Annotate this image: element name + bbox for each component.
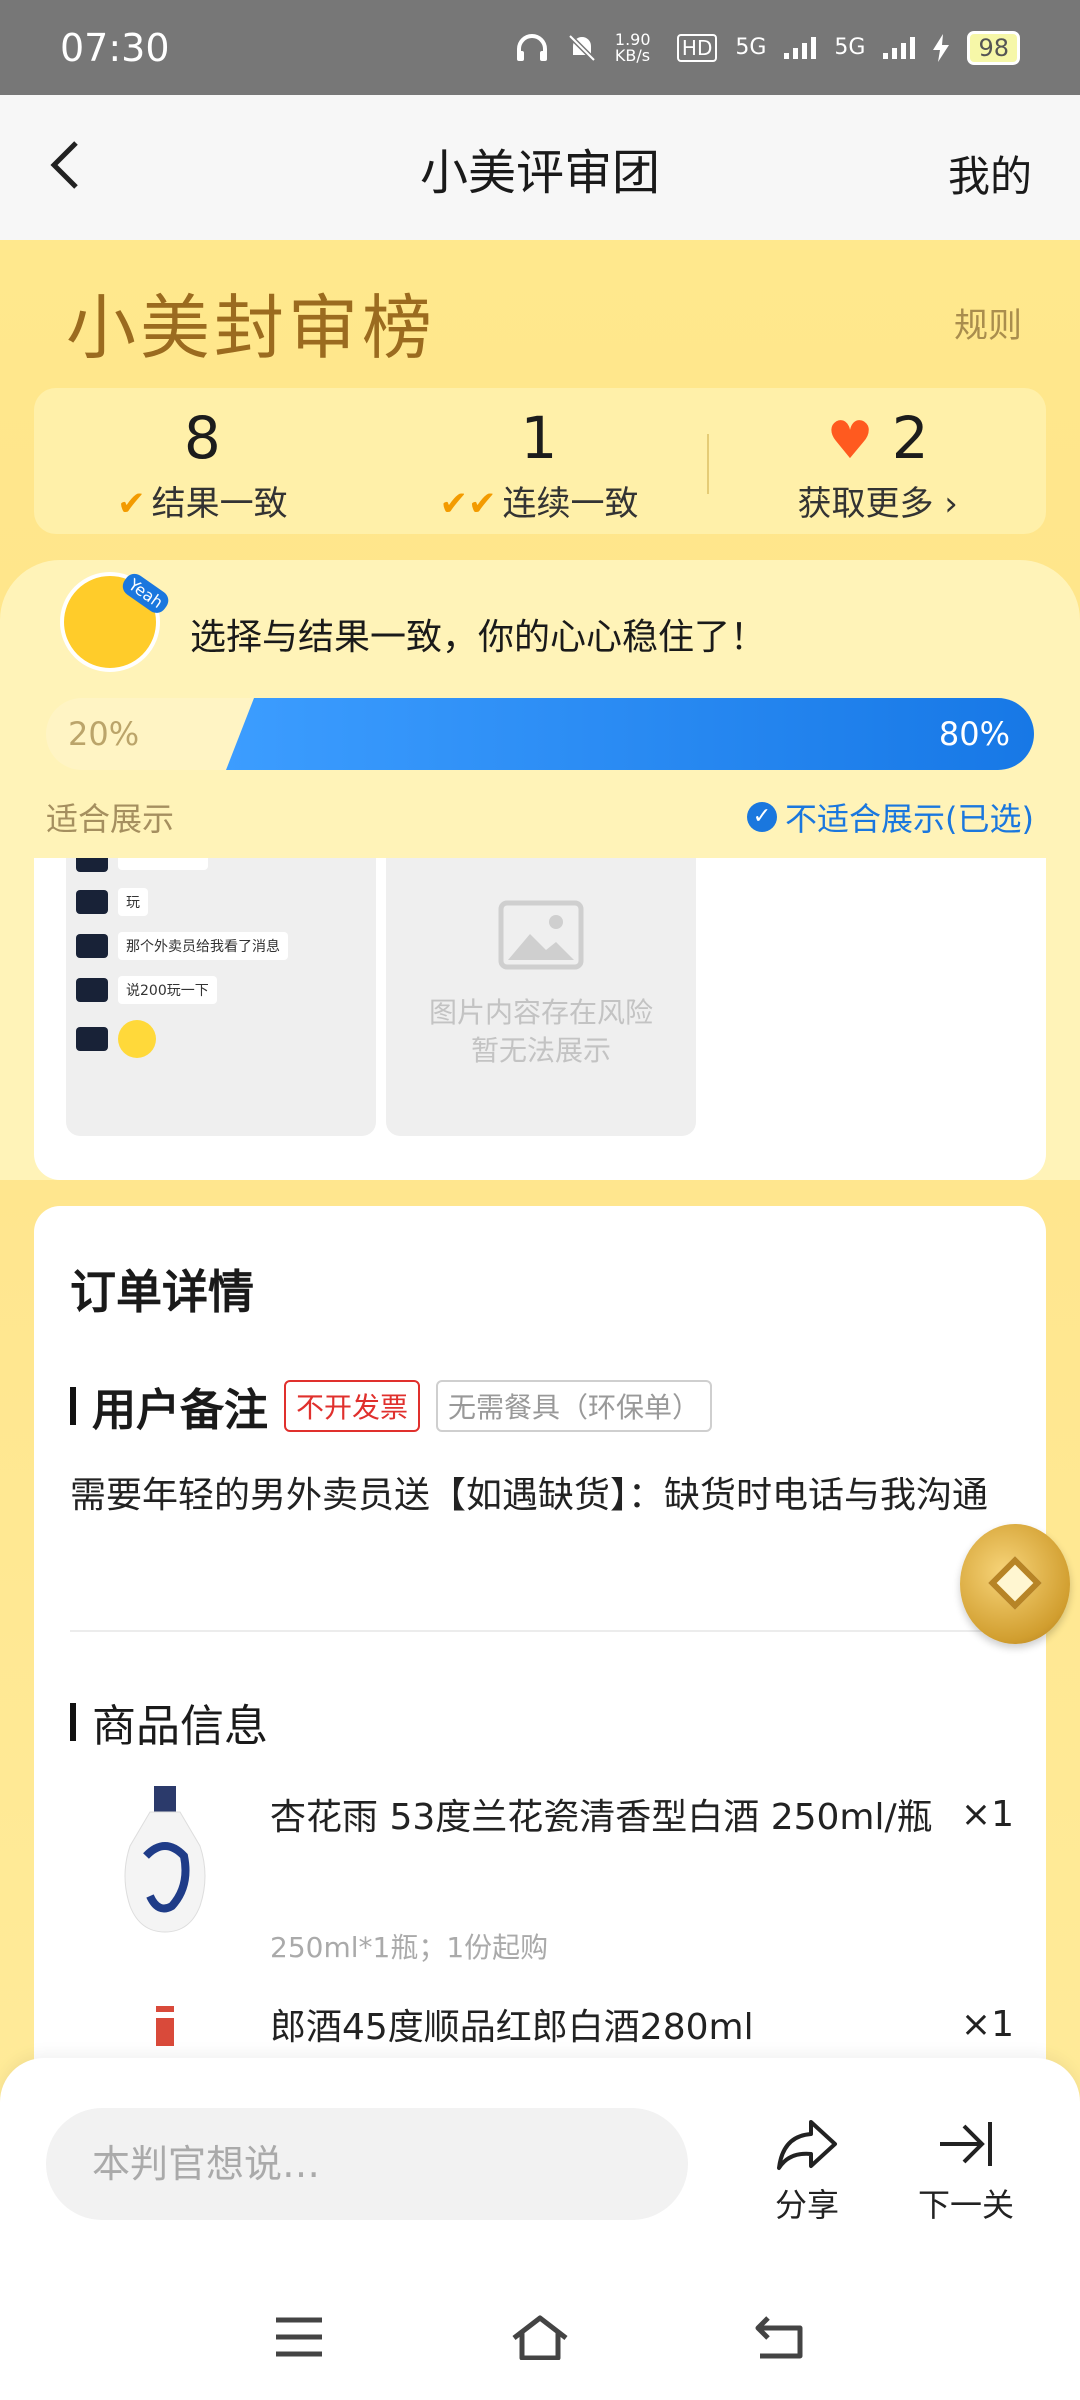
blocked-image: 图片内容存在风险 暂无法展示 [386,858,696,1136]
risk-text-2: 暂无法展示 [470,1034,611,1067]
choice-unsuitable-label: 不适合展示(已选) [785,800,1034,838]
goods-section-title: 商品信息 [92,1701,268,1752]
avatar [76,1027,108,1051]
chat-bubble: 玩 [118,888,148,916]
chat-screenshot[interactable]: 玩 那个外卖员给我看了消息 说200玩一下 [66,858,376,1136]
hd-icon: HD [676,33,718,62]
share-icon [777,2120,837,2170]
stat-label: 结果一致 [151,484,288,524]
chat-bubble [118,858,208,870]
chat-message [76,1020,366,1058]
order-details-card: 订单详情 用户备注 不开发票 无需餐具（环保单） 需要年轻的男外卖员送【如遇缺货… [34,1206,1046,2206]
avatar [76,890,108,914]
section-marker [70,1387,76,1425]
home-icon[interactable] [510,2314,570,2360]
order-title: 订单详情 [70,1265,254,1319]
page-title: 小美评审团 [419,144,660,201]
stat-value: 8 [183,404,221,472]
signal-icon [883,36,916,59]
product-item[interactable]: 郎酒45度顺品红郎白酒280ml ×1 [70,1996,1014,2056]
net-speed: 1.90 KB/s [614,29,651,65]
chat-bubble: 那个外卖员给我看了消息 [118,932,288,960]
comment-input[interactable]: 本判官想说… [46,2108,688,2220]
product-name: 杏花雨 53度兰花瓷清香型白酒 250ml/瓶 [270,1797,933,1838]
stat-label: 连续一致 [502,484,639,524]
product-name: 郎酒45度顺品红郎白酒280ml [270,2007,754,2048]
product-spec: 250ml*1瓶；1份起购 [270,1931,549,1964]
rules-link[interactable]: 规则 [954,298,1022,347]
coin-icon [988,1556,1042,1610]
share-label: 分享 [774,2186,839,2224]
liquor-bottle-image [156,2006,174,2046]
risk-text: 图片内容存在风险 [428,996,653,1029]
nav-bar: 小美评审团 我的 [0,95,1080,240]
image-placeholder-icon [498,900,584,970]
system-nav-bar [0,2280,1080,2400]
stat-consistent: 8 ✔ 结果一致 [34,388,371,534]
double-check-icon: ✔✔ [439,484,497,524]
get-more-link[interactable]: 获取更多 [797,484,933,524]
check-circle-icon: ✓ [747,802,778,832]
network-2: 5G [834,35,866,60]
tableware-tag: 无需餐具（环保单） [436,1380,713,1432]
stat-streak: 1 ✔✔ 连续一致 [371,388,708,534]
stats-panel: 8 ✔ 结果一致 1 ✔✔ 连续一致 ♥ 2 获取更多 › [34,388,1046,534]
chat-message: 玩 [76,888,366,916]
left-percent: 20% [68,715,140,753]
product-qty: ×1 [960,1794,1014,1835]
stat-value: 1 [520,404,558,472]
headphones-icon [516,33,547,61]
skip-next-icon [940,2122,992,2166]
stat-value: 2 [891,404,929,472]
vote-progress-bar: 20% 80% [46,698,1034,770]
hero-title: 小美封审榜 [66,287,436,369]
heart-icon: ♥ [826,411,874,471]
emoji-sticker [118,1020,156,1058]
invoice-tag: 不开发票 [284,1380,421,1432]
chat-bubble: 说200玩一下 [118,976,217,1004]
right-percent-fill: 80% [226,698,1034,770]
signal-icon [784,36,817,59]
next-level-button[interactable]: 下一关 [916,2116,1016,2226]
divider [70,1630,1014,1632]
avatar [76,934,108,958]
product-qty: ×1 [960,2004,1014,2045]
chevron-right-icon: › [933,484,958,524]
chat-message [76,858,366,872]
product-item[interactable]: 杏花雨 53度兰花瓷清香型白酒 250ml/瓶 ×1 250ml*1瓶；1份起购 [70,1786,1014,1966]
battery-icon: 98 [967,30,1020,65]
liquor-bottle-image [124,1786,206,1933]
choice-suitable[interactable]: 适合展示 [46,794,174,840]
avatar [76,858,108,872]
charging-icon [933,33,950,62]
status-time: 07:30 [60,25,170,70]
choice-unsuitable[interactable]: ✓ 不适合展示(已选) [747,794,1034,840]
section-marker [70,1703,76,1741]
next-level-label: 下一关 [917,2186,1014,2224]
my-link[interactable]: 我的 [948,143,1032,204]
avatar [76,978,108,1002]
mascot-avatar: Yeah [60,569,173,672]
image-preview-card: 玩 那个外卖员给我看了消息 说200玩一下 图片内容存在风险 暂无法展示 [34,858,1046,1180]
coin-reward-button[interactable] [960,1524,1070,1644]
right-percent: 80% [938,715,1010,753]
chevron-left-icon[interactable] [40,135,100,195]
user-note: 需要年轻的男外卖员送【如遇缺货】：缺货时电话与我沟通 [70,1475,989,1516]
chat-message: 说200玩一下 [76,976,366,1004]
menu-icon[interactable] [274,2314,324,2360]
network-1: 5G [735,35,767,60]
goods-section-header: 商品信息 [70,1690,268,1754]
back-nav-icon[interactable] [754,2314,804,2360]
status-icons: 1.90 KB/s HD 5G 5G 98 [515,29,1020,65]
share-button[interactable]: 分享 [762,2116,852,2226]
note-section-title: 用户备注 [92,1385,268,1436]
status-bar: 07:30 1.90 KB/s HD 5G 5G 98 [0,0,1080,95]
bell-mute-icon [568,33,596,62]
check-icon: ✔ [117,484,146,524]
note-section-header: 用户备注 不开发票 无需餐具（环保单） [70,1374,713,1438]
result-message: 选择与结果一致，你的心心稳住了！ [190,617,767,658]
chat-message: 那个外卖员给我看了消息 [76,932,366,960]
stat-hearts[interactable]: ♥ 2 获取更多 › [709,388,1046,534]
